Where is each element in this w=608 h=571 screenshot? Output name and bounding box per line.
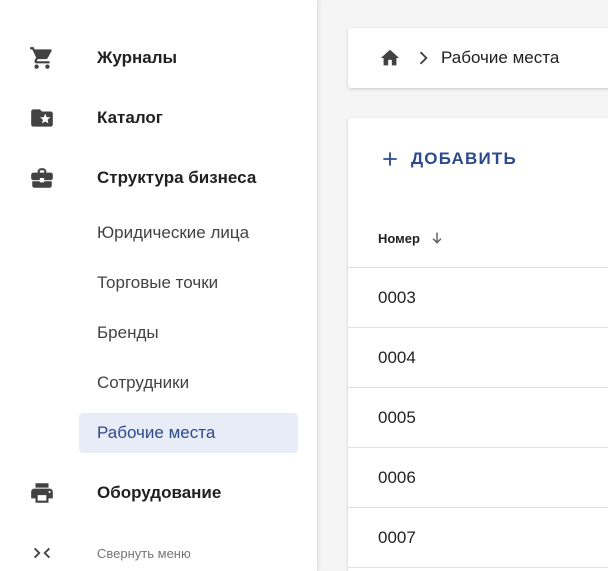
table-row[interactable]: 0007: [348, 508, 608, 568]
plus-icon: [383, 152, 397, 166]
table-cell-number: 0007: [378, 527, 416, 547]
add-button-label: ДОБАВИТЬ: [411, 149, 517, 168]
sidebar: Журналы Каталог Структура бизнеса Юридич…: [0, 0, 318, 571]
sidebar-item-business-structure[interactable]: Структура бизнеса: [0, 158, 318, 198]
folder-star-icon: [28, 104, 56, 132]
printer-icon: [28, 479, 56, 507]
sidebar-item-label: Оборудование: [97, 483, 222, 502]
sidebar-subitem-employees[interactable]: Сотрудники: [79, 363, 298, 403]
sidebar-subitem-stores[interactable]: Торговые точки: [79, 263, 298, 303]
sidebar-item-label: Каталог: [97, 108, 163, 127]
table-cell-number: 0005: [378, 407, 416, 427]
breadcrumb-current: Рабочие места: [441, 48, 560, 67]
collapse-arrows-icon: [28, 539, 56, 567]
breadcrumb: Рабочие места: [348, 28, 608, 88]
sidebar-subitem-brands[interactable]: Бренды: [79, 313, 298, 353]
add-button[interactable]: ДОБАВИТЬ: [380, 144, 517, 174]
chevron-right-icon: [413, 48, 433, 68]
column-header-label: Номер: [378, 230, 420, 246]
collapse-menu-button[interactable]: Свернуть меню: [0, 536, 318, 570]
table-cell-number: 0003: [378, 287, 416, 307]
table-row[interactable]: 0004: [348, 328, 608, 388]
sort-arrow-down-icon: [432, 232, 442, 244]
sidebar-subitem-label: Бренды: [97, 323, 159, 342]
table-header: Номер: [348, 214, 608, 268]
table-row[interactable]: 0003: [348, 268, 608, 328]
briefcase-icon: [28, 164, 56, 192]
collapse-menu-label: Свернуть меню: [97, 545, 191, 561]
sidebar-subitem-label: Рабочие места: [97, 423, 216, 442]
table-cell-number: 0004: [378, 347, 416, 367]
home-icon[interactable]: [379, 47, 401, 69]
sidebar-item-label: Журналы: [97, 48, 178, 67]
column-header-number[interactable]: Номер: [378, 230, 445, 246]
sidebar-subitem-label: Торговые точки: [97, 273, 219, 292]
table-row[interactable]: 0005: [348, 388, 608, 448]
sidebar-item-equipment[interactable]: Оборудование: [0, 473, 318, 513]
sidebar-item-catalog[interactable]: Каталог: [0, 98, 318, 138]
table-row[interactable]: 0006: [348, 448, 608, 508]
sidebar-item-journals[interactable]: Журналы: [0, 38, 318, 78]
sidebar-subitem-label: Сотрудники: [97, 373, 190, 392]
table-cell-number: 0006: [378, 467, 416, 487]
sidebar-subitem-workplaces[interactable]: Рабочие места: [79, 413, 298, 453]
sidebar-item-label: Структура бизнеса: [97, 168, 257, 187]
sidebar-subitem-legal-entities[interactable]: Юридические лица: [79, 213, 298, 253]
sidebar-subitem-label: Юридические лица: [97, 223, 250, 242]
workplaces-card: ДОБАВИТЬ Номер 0003 0004 0005 0006 0007: [348, 118, 608, 571]
cart-icon: [28, 44, 56, 72]
